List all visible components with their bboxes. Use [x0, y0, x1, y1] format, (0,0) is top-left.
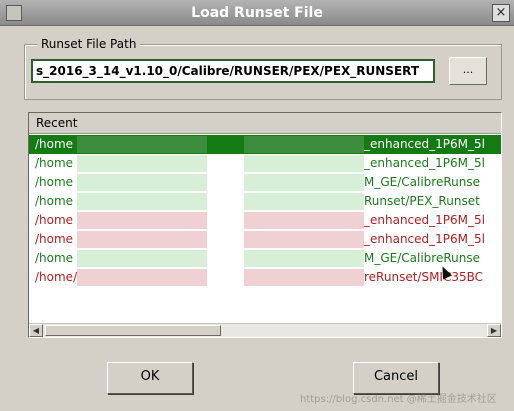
redacted-mask	[77, 231, 207, 248]
list-item-path-start: /home	[35, 251, 74, 265]
list-item-path-start: /home	[35, 137, 74, 151]
redacted-mask	[77, 212, 207, 229]
redacted-mask	[77, 269, 207, 286]
list-item[interactable]: /home _enhanced_1P6M_5l	[29, 230, 501, 249]
redacted-mask	[77, 193, 207, 210]
watermark: https://blog.csdn.net @稀土掘金技术社区	[300, 394, 497, 405]
runset-path-group: Runset File Path s_2016_3_14_v1.10_0/Cal…	[24, 37, 502, 100]
runset-path-label: Runset File Path	[37, 37, 141, 51]
scroll-thumb[interactable]	[45, 325, 221, 336]
close-button[interactable]: ×	[492, 4, 510, 22]
redacted-mask	[244, 231, 364, 248]
list-item-path-end: reRunset/SMIC35BC	[364, 270, 484, 284]
list-item-path-end: Runset/PEX_Runset	[364, 194, 480, 208]
list-item-path-end: _enhanced_1P6M_5l	[364, 232, 485, 246]
redacted-mask	[244, 250, 364, 267]
redacted-mask	[77, 136, 207, 153]
redacted-mask	[244, 269, 364, 286]
list-item[interactable]: /home M_GE/CalibreRunse	[29, 249, 501, 268]
list-item[interactable]: /home _enhanced_1P6M_5l	[29, 154, 501, 173]
list-item[interactable]: /home _enhanced_1P6M_5l	[29, 135, 501, 154]
scroll-right-arrow-icon[interactable]: ▶	[487, 324, 501, 337]
list-item-path-end: M_GE/CalibreRunse	[364, 251, 480, 265]
horizontal-scrollbar[interactable]: ◀ ▶	[29, 323, 501, 337]
list-item-path-end: M_GE/CalibreRunse	[364, 175, 480, 189]
redacted-mask	[244, 155, 364, 172]
list-item[interactable]: /home/reRunset/SMIC35BC	[29, 268, 501, 287]
redacted-mask	[244, 212, 364, 229]
browse-button[interactable]: ...	[449, 57, 487, 85]
recent-list-header: Recent	[29, 113, 501, 134]
redacted-mask	[77, 250, 207, 267]
list-item-path-start: /home	[35, 232, 74, 246]
list-item-path-start: /home/	[35, 270, 78, 284]
title-bar: Load Runset File ×	[0, 0, 514, 26]
runset-path-input[interactable]: s_2016_3_14_v1.10_0/Calibre/RUNSER/PEX/P…	[31, 59, 435, 83]
redacted-mask	[244, 174, 364, 191]
ok-button[interactable]: OK	[107, 362, 193, 394]
redacted-mask	[244, 136, 364, 153]
recent-list-rows: /home _enhanced_1P6M_5l/home _enhanced_1P6…	[29, 135, 501, 287]
redacted-mask	[244, 193, 364, 210]
redacted-mask	[77, 155, 207, 172]
list-item-path-end: _enhanced_1P6M_5l	[364, 213, 485, 227]
window-title: Load Runset File	[191, 5, 323, 21]
redacted-mask	[77, 174, 207, 191]
list-item-path-start: /home	[35, 194, 74, 208]
list-item-path-start: /home	[35, 156, 74, 170]
list-item-path-start: /home	[35, 213, 74, 227]
list-item-path-end: _enhanced_1P6M_5l	[364, 156, 485, 170]
list-item[interactable]: /home M_GE/CalibreRunse	[29, 173, 501, 192]
recent-list[interactable]: Recent /home _enhanced_1P6M_5l/home _enhan…	[28, 112, 502, 338]
list-item-path-start: /home	[35, 175, 74, 189]
scroll-left-arrow-icon[interactable]: ◀	[29, 324, 43, 337]
list-item-path-end: _enhanced_1P6M_5l	[364, 137, 485, 151]
list-item[interactable]: /home Runset/PEX_Runset	[29, 192, 501, 211]
list-item[interactable]: /home _enhanced_1P6M_5l	[29, 211, 501, 230]
